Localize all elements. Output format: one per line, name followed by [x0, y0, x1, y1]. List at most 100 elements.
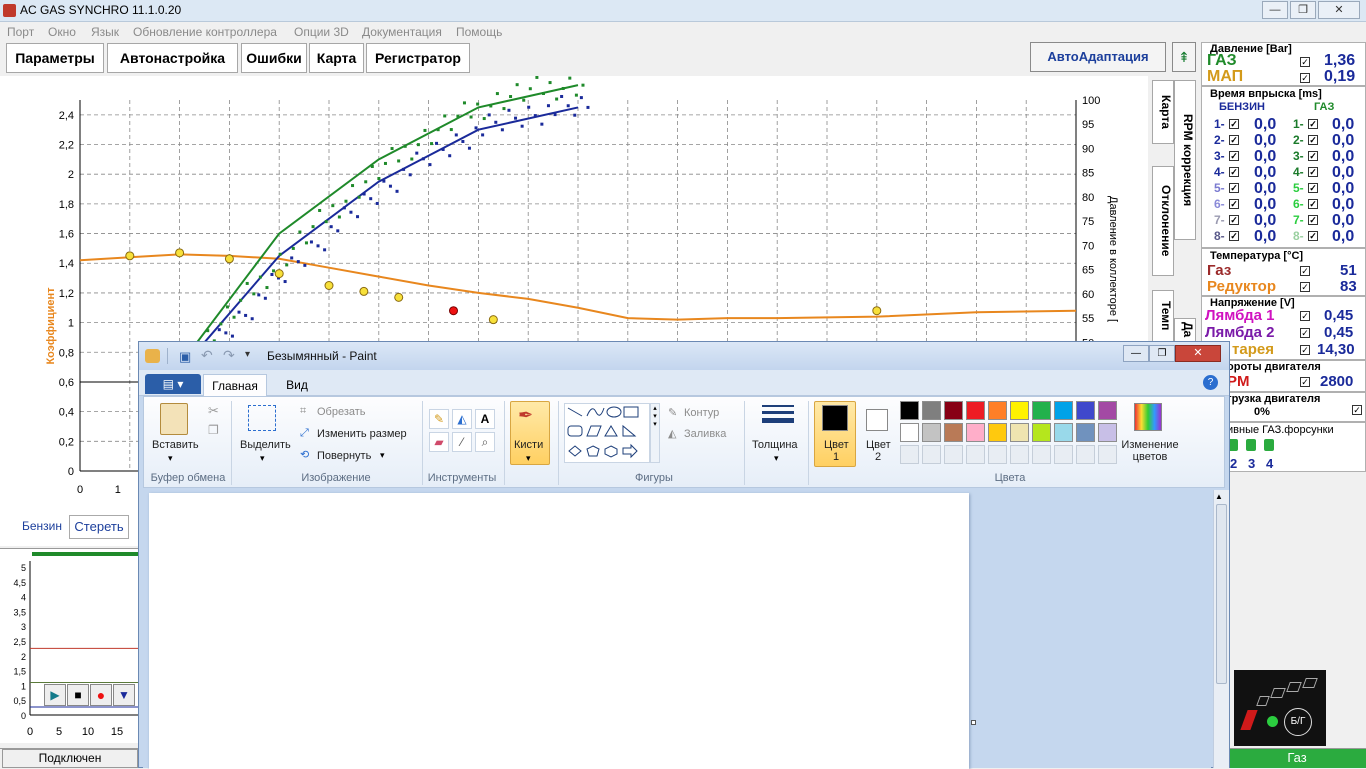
text-icon[interactable]: A	[475, 409, 495, 429]
menu-language[interactable]: Язык	[91, 25, 119, 39]
menu-window[interactable]: Окно	[48, 25, 76, 39]
copy-icon[interactable]: ❐	[208, 423, 219, 437]
scroll-up-icon[interactable]: ▲	[1215, 492, 1223, 501]
download-icon[interactable]: ▼	[113, 684, 135, 706]
benzin-injector-checkbox[interactable]: ✓	[1229, 151, 1239, 161]
maximize-button[interactable]: ❐	[1290, 1, 1316, 19]
gas-pressure-checkbox[interactable]: ✓	[1300, 57, 1310, 67]
size-dropdown-icon[interactable]: ▾	[774, 453, 779, 464]
edit-colors-button[interactable]: Изменение цветов	[1118, 439, 1182, 463]
color-palette[interactable]	[900, 401, 1120, 467]
palette-empty-swatch[interactable]	[988, 445, 1007, 464]
gas-temp-checkbox[interactable]: ✓	[1300, 266, 1310, 276]
quick-access-dropdown-icon[interactable]: ▾	[245, 349, 250, 360]
help-icon[interactable]: ?	[1203, 375, 1218, 390]
magnifier-icon[interactable]: ⌕	[475, 432, 495, 452]
rotate-dropdown-icon[interactable]: ▾	[380, 450, 385, 461]
color2-swatch[interactable]	[866, 409, 888, 431]
scrollbar-thumb[interactable]	[1216, 504, 1227, 684]
palette-swatch[interactable]	[944, 423, 963, 442]
palette-swatch[interactable]	[922, 423, 941, 442]
select-icon[interactable]	[248, 405, 276, 431]
palette-swatch[interactable]	[966, 423, 985, 442]
shapes-gallery[interactable]	[564, 403, 650, 463]
crop-button[interactable]: Обрезать	[317, 406, 366, 418]
palette-swatch[interactable]	[1054, 423, 1073, 442]
stop-icon[interactable]: ■	[67, 684, 89, 706]
paint-vertical-scrollbar[interactable]: ▲	[1213, 490, 1229, 768]
engine-load-checkbox[interactable]: ✓	[1352, 405, 1362, 415]
tab-parameters[interactable]: Параметры	[6, 43, 104, 73]
select-dropdown-icon[interactable]: ▾	[260, 453, 265, 464]
palette-empty-swatch[interactable]	[1032, 445, 1051, 464]
eraser-icon[interactable]: ▰	[429, 432, 449, 452]
play-icon[interactable]: ▶	[44, 684, 66, 706]
canvas-resize-handle[interactable]	[971, 720, 976, 725]
battery-checkbox[interactable]: ✓	[1300, 345, 1310, 355]
palette-swatch[interactable]	[1010, 401, 1029, 420]
drawing-canvas[interactable]	[149, 493, 969, 769]
gas-injector-checkbox[interactable]: ✓	[1308, 199, 1318, 209]
gas-injector-checkbox[interactable]: ✓	[1308, 119, 1318, 129]
gas-injector-checkbox[interactable]: ✓	[1308, 135, 1318, 145]
select-button[interactable]: Выделить	[240, 439, 291, 451]
vtab-deviation[interactable]: Отклонение	[1152, 166, 1174, 276]
rotate-button[interactable]: Повернуть	[317, 450, 371, 462]
palette-empty-swatch[interactable]	[1076, 445, 1095, 464]
menu-update-controller[interactable]: Обновление контроллера	[133, 25, 277, 39]
resize-icon[interactable]: ⤢	[300, 427, 309, 440]
vtab-pressure[interactable]: Да	[1174, 318, 1196, 342]
palette-swatch[interactable]	[900, 423, 919, 442]
auto-adaptation-button[interactable]: АвтоАдаптация	[1030, 42, 1166, 72]
palette-empty-swatch[interactable]	[922, 445, 941, 464]
benzin-injector-checkbox[interactable]: ✓	[1229, 183, 1239, 193]
gas-injector-checkbox[interactable]: ✓	[1308, 183, 1318, 193]
minimize-button[interactable]: —	[1262, 1, 1288, 19]
reducer-temp-checkbox[interactable]: ✓	[1300, 282, 1310, 292]
menu-options-3d[interactable]: Опции 3D	[294, 25, 349, 39]
gas-injector-checkbox[interactable]: ✓	[1308, 167, 1318, 177]
benzin-injector-checkbox[interactable]: ✓	[1229, 231, 1239, 241]
palette-empty-swatch[interactable]	[966, 445, 985, 464]
record-icon[interactable]: ●	[90, 684, 112, 706]
palette-empty-swatch[interactable]	[1054, 445, 1073, 464]
palette-swatch[interactable]	[966, 401, 985, 420]
size-icon[interactable]	[762, 405, 794, 407]
menu-documentation[interactable]: Документация	[362, 25, 442, 39]
usb-icon[interactable]: ⇞	[1172, 42, 1196, 72]
fill-shape-icon[interactable]: ◭	[668, 427, 676, 440]
benzin-injector-checkbox[interactable]: ✓	[1229, 199, 1239, 209]
color2-label[interactable]: Цвет 2	[866, 439, 891, 463]
save-icon[interactable]: ▣	[179, 349, 191, 365]
tab-recorder[interactable]: Регистратор	[366, 43, 470, 73]
shapes-scroll[interactable]: ▴ ▾ ▾	[650, 403, 660, 463]
menu-port[interactable]: Порт	[7, 25, 34, 39]
edit-colors-icon[interactable]	[1134, 403, 1162, 431]
paint-maximize-button[interactable]: ❐	[1149, 345, 1175, 362]
paint-close-button[interactable]: ✕	[1175, 345, 1221, 362]
close-button[interactable]: ✕	[1318, 1, 1360, 19]
benzin-injector-checkbox[interactable]: ✓	[1229, 135, 1239, 145]
gas-injector-checkbox[interactable]: ✓	[1308, 231, 1318, 241]
paint-window[interactable]: ▣ ↶ ↷ ▾ Безымянный - Paint — ❐ ✕ ▤ ▾ Гла…	[138, 341, 1230, 769]
paste-button[interactable]: Вставить	[152, 439, 199, 451]
tab-view[interactable]: Вид	[273, 374, 321, 397]
palette-empty-swatch[interactable]	[1010, 445, 1029, 464]
undo-icon[interactable]: ↶	[201, 347, 213, 364]
fill-button[interactable]: Заливка	[684, 428, 726, 440]
fill-icon[interactable]: ◭	[452, 409, 472, 429]
tab-autotuning[interactable]: Автонастройка	[107, 43, 238, 73]
paint-minimize-button[interactable]: —	[1123, 345, 1149, 362]
palette-swatch[interactable]	[1054, 401, 1073, 420]
lambda2-checkbox[interactable]: ✓	[1300, 328, 1310, 338]
palette-swatch[interactable]	[988, 423, 1007, 442]
palette-swatch[interactable]	[1098, 423, 1117, 442]
benzin-injector-checkbox[interactable]: ✓	[1229, 119, 1239, 129]
outline-icon[interactable]: ✎	[668, 406, 677, 419]
clear-button[interactable]: Стереть	[69, 515, 129, 539]
resize-button[interactable]: Изменить размер	[317, 428, 407, 440]
map-pressure-checkbox[interactable]: ✓	[1300, 73, 1310, 83]
vtab-map[interactable]: Карта	[1152, 80, 1174, 144]
palette-swatch[interactable]	[1076, 423, 1095, 442]
file-menu-button[interactable]: ▤ ▾	[145, 374, 201, 394]
